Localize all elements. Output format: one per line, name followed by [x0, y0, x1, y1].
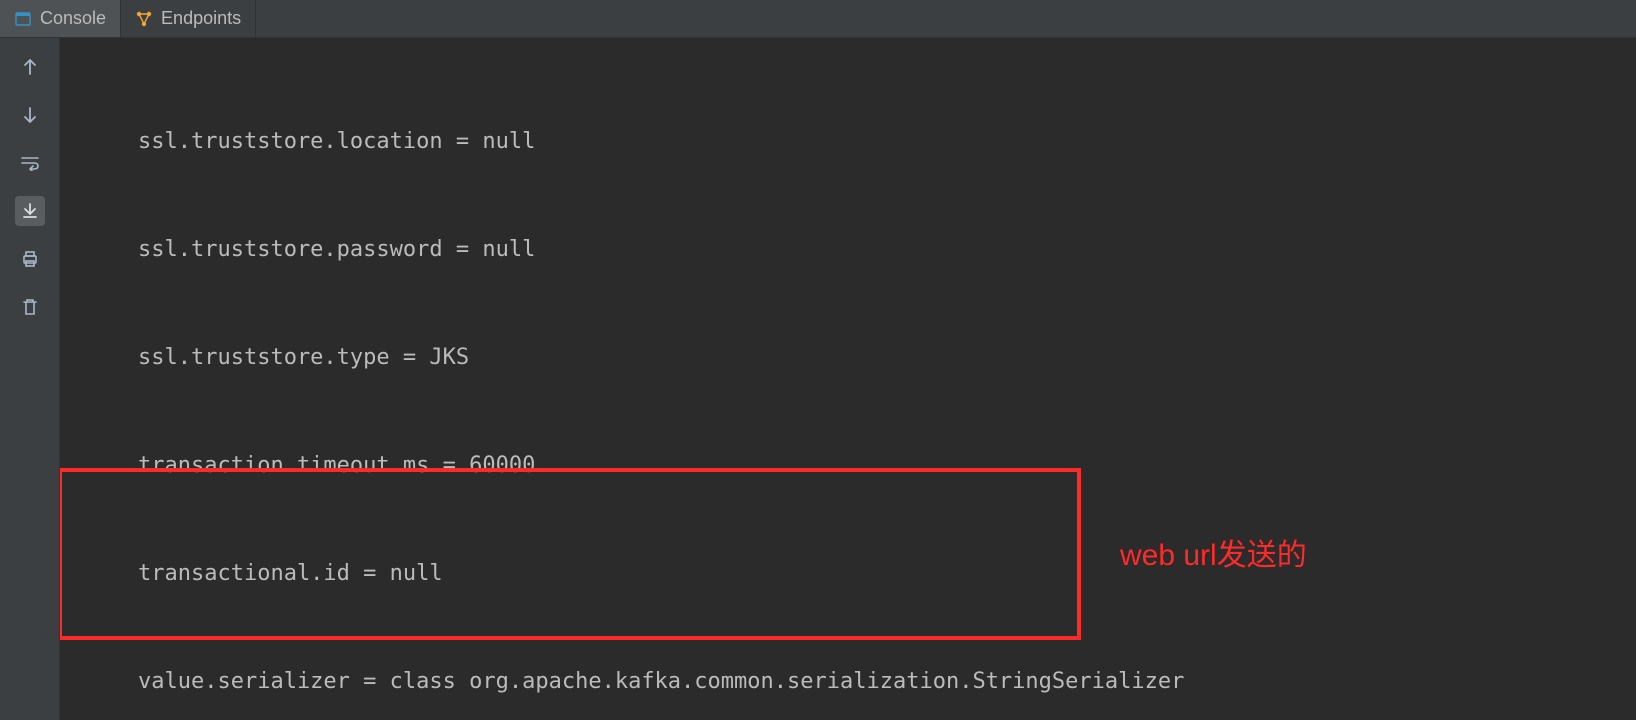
highlight-box: [60, 468, 1081, 640]
config-line: ssl.truststore.password = null: [72, 232, 1624, 268]
soft-wrap-button[interactable]: [15, 148, 45, 178]
config-line: ssl.truststore.location = null: [72, 124, 1624, 160]
console-toolbar: [0, 38, 60, 720]
ide-run-panel: Console Endpoints: [0, 0, 1636, 720]
tab-endpoints[interactable]: Endpoints: [121, 0, 256, 37]
tab-console[interactable]: Console: [0, 0, 121, 37]
clear-button[interactable]: [15, 292, 45, 322]
tab-endpoints-label: Endpoints: [161, 8, 241, 29]
tab-bar: Console Endpoints: [0, 0, 1636, 38]
tab-console-label: Console: [40, 8, 106, 29]
console-icon: [14, 10, 32, 28]
print-button[interactable]: [15, 244, 45, 274]
scroll-to-end-button[interactable]: [15, 196, 45, 226]
scroll-up-button[interactable]: [15, 52, 45, 82]
config-line: ssl.truststore.type = JKS: [72, 340, 1624, 376]
config-line: transaction.timeout.ms = 60000: [72, 448, 1624, 484]
config-line: transactional.id = null: [72, 556, 1624, 592]
scroll-down-button[interactable]: [15, 100, 45, 130]
endpoints-icon: [135, 10, 153, 28]
console-body: ssl.truststore.location = null ssl.trust…: [0, 38, 1636, 720]
console-output[interactable]: ssl.truststore.location = null ssl.trust…: [60, 38, 1636, 720]
config-line: value.serializer = class org.apache.kafk…: [72, 664, 1624, 700]
